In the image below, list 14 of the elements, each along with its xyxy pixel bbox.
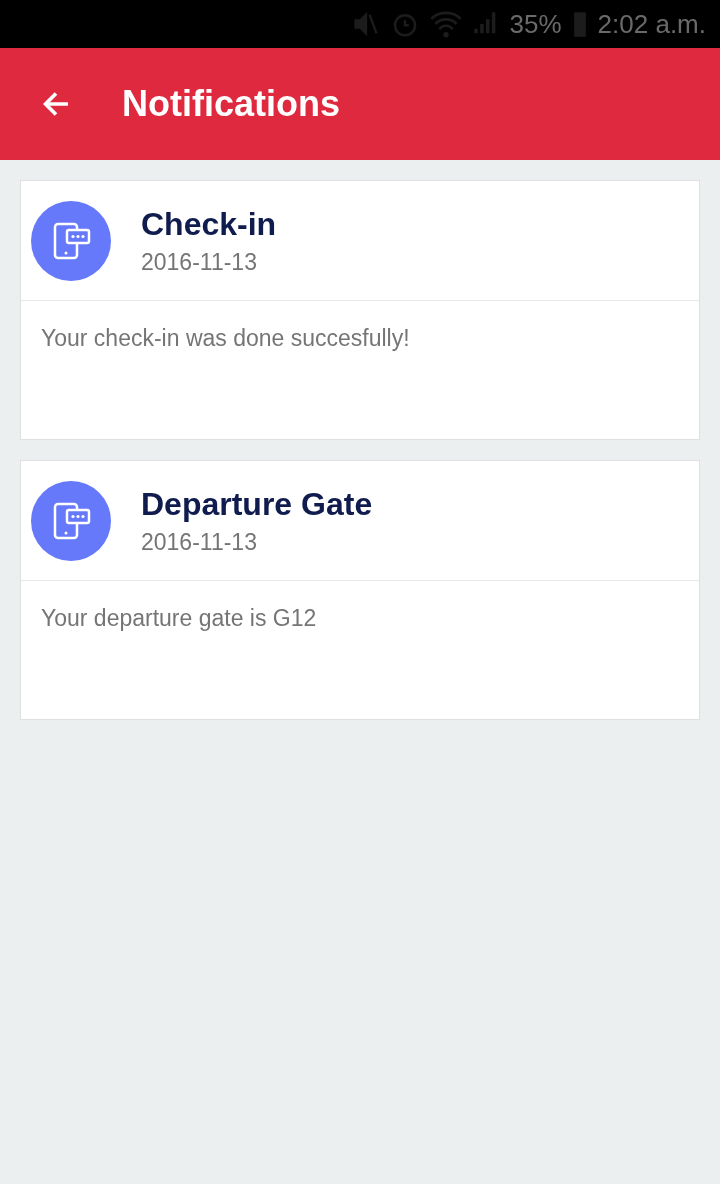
notification-message: Your departure gate is G12 xyxy=(41,605,317,631)
notification-message: Your check-in was done succesfully! xyxy=(41,325,410,351)
wifi-icon xyxy=(429,10,462,38)
notification-date: 2016-11-13 xyxy=(141,248,258,276)
screen-title: Notifications xyxy=(122,83,340,125)
clock: 2:02 a.m. xyxy=(597,8,706,40)
battery-percentage: 35% xyxy=(509,8,562,40)
mute-icon xyxy=(351,10,380,38)
notification-date: 2016-11-13 xyxy=(141,528,258,556)
phone-message-icon xyxy=(31,200,111,281)
phone-message-icon xyxy=(31,480,111,561)
battery-icon xyxy=(571,10,588,38)
notification-title: Departure Gate xyxy=(141,485,373,523)
notification-title: Check-in xyxy=(141,205,277,243)
